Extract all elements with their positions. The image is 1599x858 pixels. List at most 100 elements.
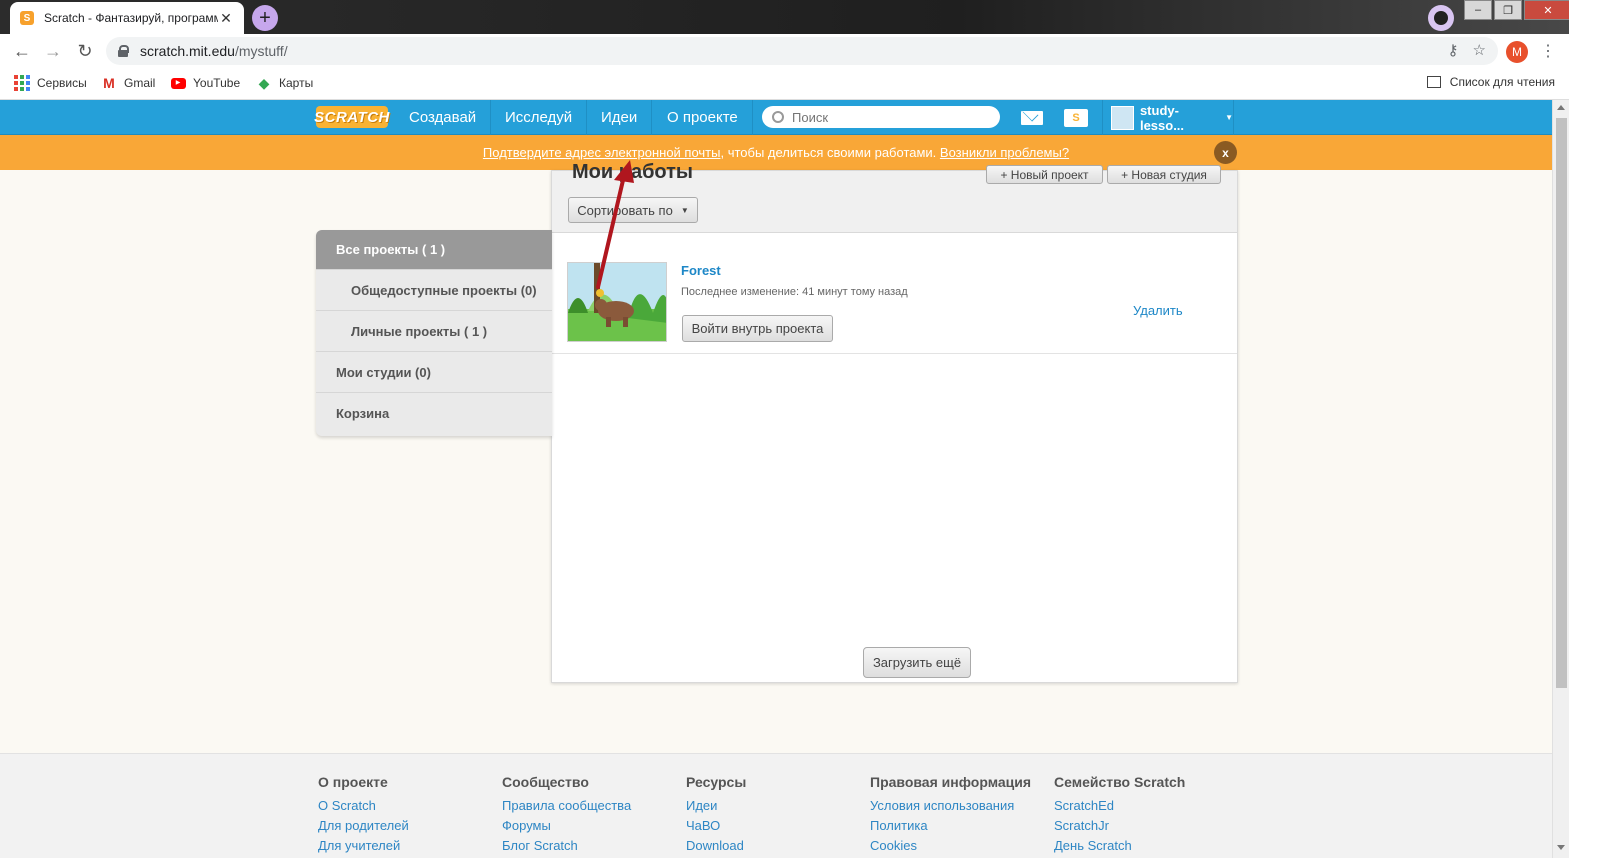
- project-modified: Последнее изменение: 41 минут тому назад: [681, 286, 908, 298]
- tab-search-icon[interactable]: [1428, 5, 1454, 31]
- window-close-icon[interactable]: ✕: [1524, 0, 1572, 20]
- bookmarks-bar: Сервисы M Gmail ▶ YouTube ◆ Карты Список…: [0, 68, 1599, 100]
- chevron-down-icon: ▼: [1225, 113, 1233, 122]
- browser-tabstrip: S Scratch - Фантазируй, программ ✕ + – ❐…: [0, 0, 1599, 34]
- sidebar-item-unshared-projects[interactable]: Личные проекты ( 1 ): [316, 311, 552, 352]
- search-input[interactable]: [792, 109, 992, 125]
- new-tab-button[interactable]: +: [252, 5, 278, 31]
- footer-link[interactable]: Блог Scratch: [502, 836, 631, 856]
- problems-link[interactable]: Возникли проблемы?: [940, 145, 1069, 160]
- url-path: /mystuff/: [234, 43, 288, 59]
- address-bar[interactable]: scratch.mit.edu/mystuff/ ⚷ ☆: [106, 37, 1498, 65]
- footer-link[interactable]: Политика: [870, 816, 1031, 836]
- bookmark-gmail[interactable]: M Gmail: [101, 75, 155, 91]
- bookmark-star-icon[interactable]: ☆: [1473, 41, 1486, 59]
- footer-link[interactable]: Правила сообщества: [502, 796, 631, 816]
- nav-ideas[interactable]: Идеи: [587, 100, 653, 135]
- footer-link[interactable]: О Scratch: [318, 796, 409, 816]
- sidebar-item-trash[interactable]: Корзина: [316, 393, 552, 434]
- footer-heading: Правовая информация: [870, 774, 1032, 790]
- delete-link[interactable]: Удалить: [1133, 303, 1183, 318]
- footer-link[interactable]: Условия использования: [870, 796, 1031, 816]
- apps-grid-icon: [14, 75, 30, 91]
- youtube-icon: ▶: [170, 75, 186, 91]
- scratch-navbar: SCRATCH Создавай Исследуй Идеи О проекте…: [0, 100, 1552, 135]
- bookmark-youtube[interactable]: ▶ YouTube: [170, 75, 240, 91]
- username: study-lesso...: [1139, 102, 1185, 133]
- reload-icon[interactable]: ↻: [75, 41, 95, 61]
- my-stuff-icon[interactable]: S: [1064, 109, 1088, 127]
- banner-text: , чтобы делиться своими работами.: [720, 145, 937, 160]
- profile-avatar[interactable]: M: [1506, 41, 1528, 63]
- maximize-icon[interactable]: ❐: [1494, 0, 1522, 20]
- footer-link[interactable]: Форумы: [502, 816, 631, 836]
- footer-col-family: Семейство Scratch ScratchEd ScratchJr Де…: [1054, 774, 1185, 856]
- footer-link[interactable]: ЧаВО: [686, 816, 746, 836]
- footer-heading: Сообщество: [502, 774, 589, 790]
- footer-col-legal: Правовая информация Условия использовани…: [870, 774, 1031, 856]
- nav-create[interactable]: Создавай: [395, 100, 492, 135]
- sort-label: Сортировать по: [577, 202, 673, 218]
- chevron-down-icon: ▼: [680, 205, 689, 215]
- banner-close-button[interactable]: x: [1214, 141, 1237, 164]
- footer-heading: О проекте: [318, 774, 388, 790]
- confirm-email-link[interactable]: Подтвердите адрес электронной почты: [483, 145, 721, 160]
- back-arrow-icon[interactable]: ←: [12, 41, 32, 61]
- nav-explore[interactable]: Исследуй: [491, 100, 588, 135]
- search-box[interactable]: [762, 106, 1000, 128]
- minimize-icon[interactable]: –: [1464, 0, 1492, 20]
- new-studio-button[interactable]: + Новая студия: [1107, 165, 1221, 184]
- footer-col-community: Сообщество Правила сообщества Форумы Бло…: [502, 774, 631, 856]
- footer-link[interactable]: Download: [686, 836, 746, 856]
- footer-link[interactable]: ScratchJr: [1054, 816, 1185, 836]
- project-row: Forest Последнее изменение: 41 минут том…: [552, 233, 1237, 354]
- sidebar-item-studios[interactable]: Мои студии (0): [316, 352, 552, 393]
- user-menu[interactable]: study-lesso... ▼: [1102, 100, 1234, 135]
- load-more-button[interactable]: Загрузить ещё: [863, 647, 971, 678]
- footer-link[interactable]: Для родителей: [318, 816, 409, 836]
- forward-arrow-icon[interactable]: →: [43, 41, 63, 61]
- page-scrollbar[interactable]: [1552, 100, 1569, 858]
- footer-link[interactable]: Для учителей: [318, 836, 409, 856]
- tab-close-icon[interactable]: ✕: [218, 10, 234, 27]
- maps-icon: ◆: [258, 74, 270, 91]
- footer-link[interactable]: Идеи: [686, 796, 746, 816]
- page-title: Мои работы: [572, 161, 694, 183]
- key-icon[interactable]: ⚷: [1448, 41, 1459, 59]
- sidebar-item-shared-projects[interactable]: Общедоступные проекты (0): [316, 270, 552, 311]
- window-edge: [1569, 0, 1599, 858]
- footer-link[interactable]: Cookies: [870, 836, 1031, 856]
- email-confirm-banner: Подтвердите адрес электронной почты , чт…: [0, 135, 1552, 170]
- new-project-button[interactable]: + Новый проект: [986, 165, 1103, 184]
- footer-col-about: О проекте О Scratch Для родителей Для уч…: [318, 774, 409, 856]
- messages-icon[interactable]: [1021, 111, 1043, 125]
- scratch-logo[interactable]: SCRATCH: [314, 106, 389, 128]
- see-inside-button[interactable]: Войти внутрь проекта: [682, 315, 833, 342]
- search-icon: [772, 111, 784, 123]
- sidebar-item-all-projects[interactable]: Все проекты ( 1 ): [316, 230, 552, 270]
- browser-tab-scratch[interactable]: S Scratch - Фантазируй, программ ✕: [10, 2, 244, 34]
- gmail-icon: M: [103, 75, 115, 91]
- scratch-favicon: S: [20, 11, 34, 25]
- footer-col-resources: Ресурсы Идеи ЧаВО Download: [686, 774, 746, 856]
- bookmark-services[interactable]: Сервисы: [14, 75, 87, 91]
- browser-menu-icon[interactable]: ⋮: [1540, 41, 1556, 61]
- scroll-up-icon[interactable]: [1557, 105, 1565, 110]
- lock-icon[interactable]: [118, 45, 129, 57]
- project-title-link[interactable]: Forest: [681, 263, 721, 278]
- project-thumbnail[interactable]: [567, 262, 667, 342]
- footer-heading: Семейство Scratch: [1054, 774, 1186, 790]
- sort-dropdown[interactable]: Сортировать по ▼: [568, 197, 698, 223]
- scrollbar-thumb[interactable]: [1556, 118, 1567, 688]
- site-footer: О проекте О Scratch Для родителей Для уч…: [0, 753, 1552, 858]
- bookmark-maps[interactable]: ◆ Карты: [256, 74, 314, 91]
- browser-toolbar: ← → ↻ scratch.mit.edu/mystuff/ ⚷ ☆ M ⋮: [0, 34, 1599, 68]
- scroll-down-icon[interactable]: [1557, 845, 1565, 850]
- reading-list-icon: [1426, 76, 1441, 88]
- footer-link[interactable]: День Scratch: [1054, 836, 1185, 856]
- footer-heading: Ресурсы: [686, 774, 747, 790]
- panel-header: Мои работы + Новый проект + Новая студия…: [552, 161, 1237, 233]
- footer-link[interactable]: ScratchEd: [1054, 796, 1185, 816]
- nav-about[interactable]: О проекте: [653, 100, 753, 135]
- reading-list[interactable]: Список для чтения: [1426, 75, 1555, 89]
